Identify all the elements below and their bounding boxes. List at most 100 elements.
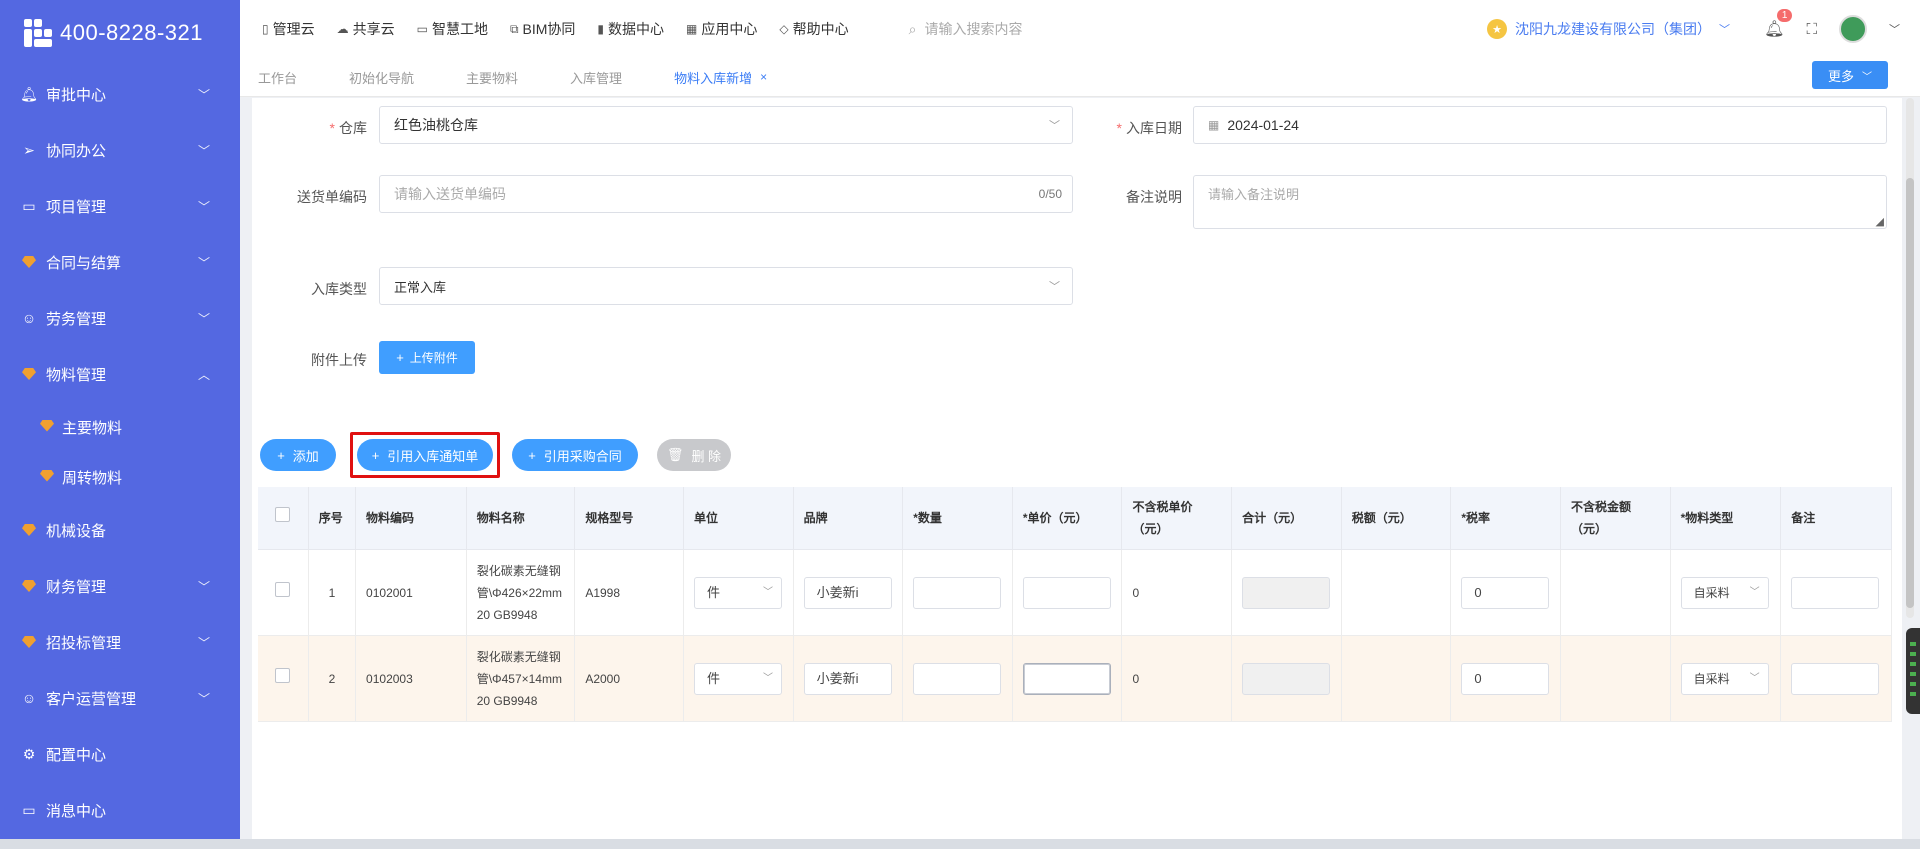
sidebar-item-finance[interactable]: 财务管理 ﹀ xyxy=(0,558,240,614)
select-all-cell[interactable] xyxy=(258,487,309,550)
unit-price-input[interactable] xyxy=(1022,662,1111,695)
col-header: 备注 xyxy=(1780,487,1892,550)
sidebar-item-approval[interactable]: 🔔︎ 审批中心 ﹀ xyxy=(0,66,240,122)
ex-tax-amount xyxy=(1560,635,1671,722)
inbound-date-picker[interactable]: ▦ 2024-01-24 xyxy=(1193,106,1887,144)
row-checkbox[interactable] xyxy=(275,581,291,597)
brand-value: 小姜新i xyxy=(816,584,859,600)
plus-icon: + xyxy=(396,350,404,365)
unit-select[interactable]: 件 ﹀ xyxy=(693,576,782,609)
remark-placeholder: 请输入备注说明 xyxy=(1208,187,1300,202)
sidebar-subitem-main-material[interactable]: 主要物料 xyxy=(0,402,240,452)
global-search[interactable]: ⌕ 请输入搜索内容 xyxy=(909,19,1329,39)
material-type-value: 自采料 xyxy=(1693,671,1730,686)
topnav-label: 智慧工地 xyxy=(431,21,488,37)
help-icon: ◇ xyxy=(779,22,789,36)
material-type-select[interactable]: 自采料 ﹀ xyxy=(1680,662,1769,695)
tab-workbench[interactable]: 工作台 xyxy=(240,68,323,87)
sidebar-item-labor[interactable]: ☺ 劳务管理 ﹀ xyxy=(0,290,240,346)
search-input[interactable]: 请输入搜索内容 xyxy=(924,19,1022,39)
col-header: *单价（元） xyxy=(1012,487,1123,550)
notification-bell-icon[interactable]: 🔔︎ 1 xyxy=(1764,9,1793,39)
remark-textarea[interactable]: 请输入备注说明 ◢ xyxy=(1193,175,1887,229)
company-switcher[interactable]: ★ 沈阳九龙建设有限公司（集团） ﹀ xyxy=(1487,19,1730,39)
material-name: 裂化碳素无缝钢管\Φ426×22mm 20 GB9948 xyxy=(466,549,576,636)
brand-input[interactable]: 小姜新i xyxy=(803,576,892,609)
tab-init-nav[interactable]: 初始化导航 xyxy=(323,68,440,87)
material-spec: A1998 xyxy=(574,549,684,636)
material-type-value: 自采料 xyxy=(1693,585,1730,600)
quantity-input[interactable] xyxy=(913,662,1002,695)
avatar[interactable] xyxy=(1839,15,1867,43)
brand-input[interactable]: 小姜新i xyxy=(803,662,892,695)
side-widget[interactable] xyxy=(1906,628,1920,714)
tax-rate-input[interactable]: 0 xyxy=(1461,576,1550,609)
more-button[interactable]: 更多 ﹀ xyxy=(1812,61,1888,89)
col-header: 规格型号 xyxy=(574,487,684,550)
sidebar-item-collab[interactable]: ➢ 协同办公 ﹀ xyxy=(0,122,240,178)
sidebar-item-label: 配置中心 xyxy=(46,746,107,764)
sidebar-item-customer[interactable]: ☺ 客户运营管理 ﹀ xyxy=(0,670,240,726)
material-spec: A2000 xyxy=(574,635,684,722)
sidebar-item-contract[interactable]: 合同与结算 ﹀ xyxy=(0,234,240,290)
close-icon[interactable]: × xyxy=(760,70,767,84)
unit-price-input[interactable] xyxy=(1022,576,1111,609)
sidebar-subitem-turnover-material[interactable]: 周转物料 xyxy=(0,452,240,502)
top-right-tools: 🔔︎ 1 ⛶ ﹀ xyxy=(1764,9,1900,43)
topnav-label: 管理云 xyxy=(272,21,315,37)
tax-rate-value: 0 xyxy=(1474,670,1482,686)
material-type-select[interactable]: 自采料 ﹀ xyxy=(1680,576,1769,609)
tax-rate-input[interactable]: 0 xyxy=(1461,662,1550,695)
unit-value: 件 xyxy=(706,670,720,686)
scrollbar-thumb[interactable] xyxy=(1906,178,1914,608)
sidebar-item-project[interactable]: ▭ 项目管理 ﹀ xyxy=(0,178,240,234)
sidebar-item-machinery[interactable]: 机械设备 xyxy=(0,502,240,558)
tab-main-material[interactable]: 主要物料 xyxy=(440,68,544,87)
tab-inbound-management[interactable]: 入库管理 xyxy=(544,68,648,87)
sidebar-item-label: 劳务管理 xyxy=(46,310,107,328)
delivery-code-input[interactable]: 请输入送货单编码 0/50 xyxy=(379,175,1073,213)
inbound-type-select[interactable]: 正常入库 ﹀ xyxy=(379,267,1073,305)
topnav-data-center[interactable]: ▮ 数据中心 xyxy=(597,19,664,39)
ref-inbound-notice-label: 引用入库通知单 xyxy=(387,448,479,464)
topnav-management-cloud[interactable]: ▯ 管理云 xyxy=(262,19,315,39)
quantity-input[interactable] xyxy=(913,576,1002,609)
add-button[interactable]: + 添加 xyxy=(260,439,336,471)
sidebar-item-bidding[interactable]: 招投标管理 ﹀ xyxy=(0,614,240,670)
tax-amount xyxy=(1341,635,1452,722)
ref-purchase-contract-label: 引用采购合同 xyxy=(543,448,622,464)
tab-material-inbound-new[interactable]: 物料入库新增 × xyxy=(648,68,793,87)
col-header: 税额（元） xyxy=(1341,487,1452,550)
unit-select[interactable]: 件 ﹀ xyxy=(693,662,782,695)
brand-logo[interactable]: 400-8228-321 xyxy=(0,0,240,66)
ref-purchase-contract-button[interactable]: + 引用采购合同 xyxy=(512,439,638,471)
row-no: 1 xyxy=(308,549,357,636)
topnav-help-center[interactable]: ◇ 帮助中心 xyxy=(779,19,848,39)
upload-attachment-label: 上传附件 xyxy=(409,351,458,365)
col-header: 单位 xyxy=(683,487,794,550)
sidebar-item-label: 财务管理 xyxy=(46,578,107,596)
sidebar-item-material[interactable]: 物料管理 ︿ xyxy=(0,346,240,402)
topnav-label: 帮助中心 xyxy=(792,21,849,37)
ex-tax-unit-price: 0 xyxy=(1121,635,1233,722)
sidebar-item-config[interactable]: ⚙ 配置中心 xyxy=(0,726,240,782)
resize-handle-icon[interactable]: ◢ xyxy=(1876,215,1884,228)
chevron-down-icon: ﹀ xyxy=(197,87,210,102)
remark-input[interactable] xyxy=(1791,662,1880,695)
topnav-bim[interactable]: ⧉ BIM协同 xyxy=(510,19,575,39)
warehouse-select[interactable]: 红色油桃仓库 ﹀ xyxy=(379,106,1073,144)
row-checkbox[interactable] xyxy=(275,667,291,683)
upload-attachment-button[interactable]: + 上传附件 xyxy=(379,341,475,374)
material-name: 裂化碳素无缝钢管\Φ457×14mm 20 GB9948 xyxy=(466,635,576,722)
topnav-shared-cloud[interactable]: ☁ 共享云 xyxy=(337,19,395,39)
fullscreen-icon[interactable]: ⛶ xyxy=(1806,21,1817,38)
remark-input[interactable] xyxy=(1791,576,1880,609)
ref-inbound-notice-button[interactable]: + 引用入库通知单 xyxy=(357,439,493,471)
sidebar-item-messages[interactable]: ▭ 消息中心 xyxy=(0,782,240,838)
chevron-down-icon[interactable]: ﹀ xyxy=(1889,21,1900,37)
delete-button[interactable]: 🗑︎ 删 除 xyxy=(657,439,731,471)
topnav-app-center[interactable]: ▦ 应用中心 xyxy=(686,19,757,39)
select-all-checkbox[interactable] xyxy=(275,507,291,522)
topnav-smart-site[interactable]: ▭ 智慧工地 xyxy=(417,19,488,39)
page-scrollbar[interactable] xyxy=(1906,98,1914,618)
